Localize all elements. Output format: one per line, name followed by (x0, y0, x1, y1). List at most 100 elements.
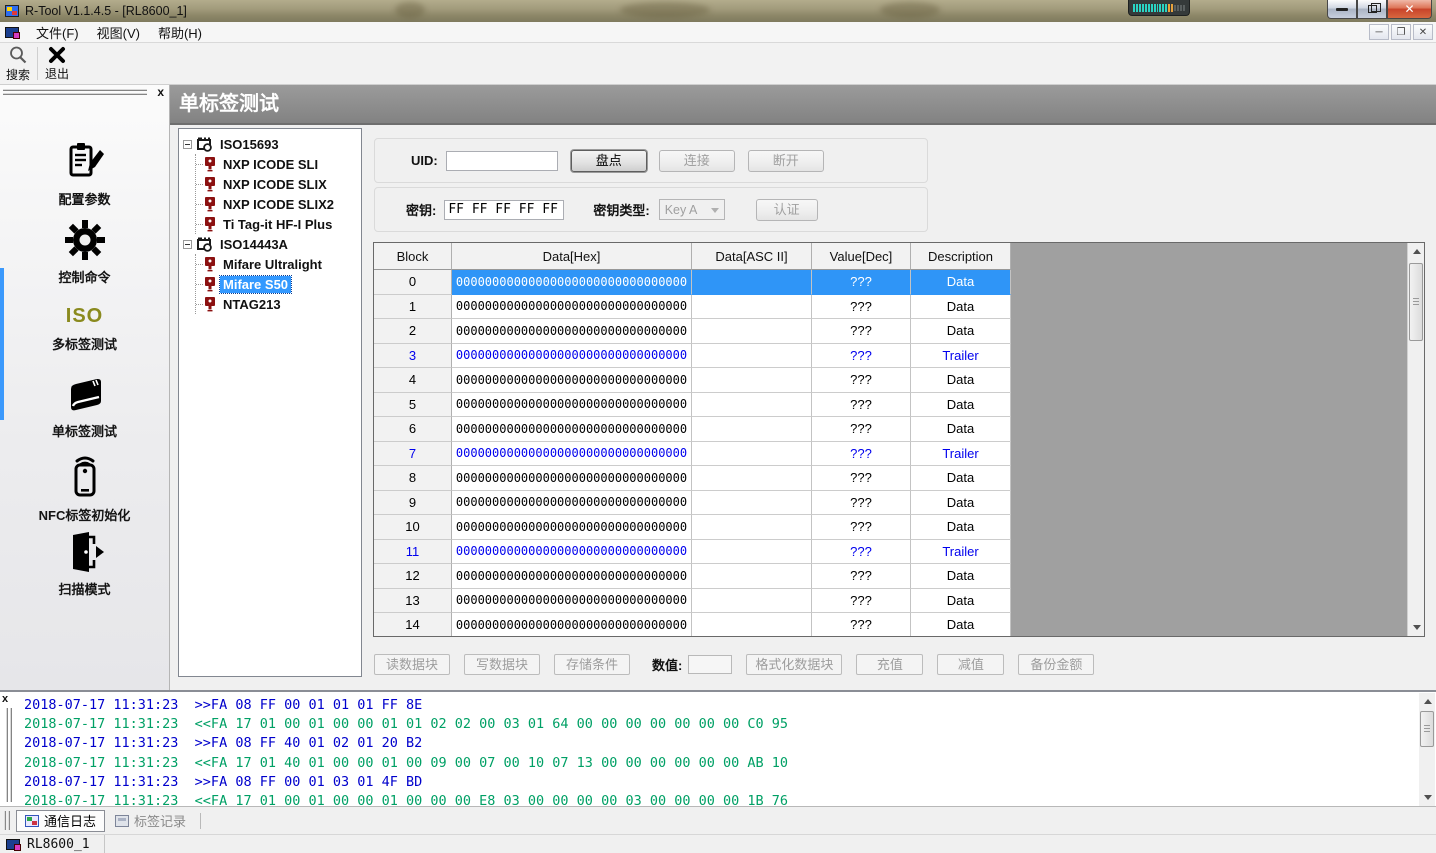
value-input[interactable] (688, 654, 733, 674)
table-row[interactable]: 14 00000000000000000000000000000000??? Dat… (374, 613, 1408, 636)
tree-expander-icon[interactable] (183, 139, 192, 149)
table-row[interactable]: 3 00000000000000000000000000000000??? Trai… (374, 343, 1408, 368)
column-header-Value[Dec][interactable]: Value[Dec] (812, 243, 911, 270)
tree-item-NXP-ICODE-SLIX[interactable]: NXP ICODE SLIX (196, 174, 359, 194)
mdi-close-button[interactable]: ✕ (1413, 24, 1433, 40)
sidebar-item-1[interactable]: 配置参数 (0, 135, 169, 213)
sidebar-grip[interactable] (3, 89, 147, 95)
column-header-Data[Hex][interactable]: Data[Hex] (452, 243, 692, 270)
close-button[interactable]: ✕ (1387, 0, 1432, 19)
table-row[interactable]: 12 00000000000000000000000000000000??? Dat… (374, 564, 1408, 589)
table-row[interactable]: 10 00000000000000000000000000000000??? Dat… (374, 515, 1408, 540)
menu-item-2[interactable]: 帮助(H) (149, 21, 211, 44)
table-row[interactable]: 9 00000000000000000000000000000000??? Data (374, 490, 1408, 515)
exit-button-label: 退出 (44, 66, 69, 81)
read-block-button[interactable]: 读数据块 (374, 653, 450, 675)
sidebar-selection-indicator (0, 268, 4, 420)
mdi-restore-button[interactable]: ❐ (1391, 24, 1411, 40)
tree-item-NXP-ICODE-SLIX2[interactable]: NXP ICODE SLIX2 (196, 194, 359, 214)
tree-group-ISO14443A[interactable]: ISO14443A (181, 234, 359, 254)
cell-valcell: ??? (812, 343, 911, 368)
sidebar-close-icon[interactable]: x (157, 85, 164, 99)
tree-item-NXP-ICODE-SLI[interactable]: NXP ICODE SLI (196, 154, 359, 174)
tab-tag-record[interactable]: 标签记录 (107, 810, 194, 832)
restore-button[interactable] (1357, 0, 1387, 19)
audio-meter-widget (1128, 0, 1190, 16)
sidebar-item-3[interactable]: ISO 多标签测试 (0, 291, 169, 369)
sidebar-item-6[interactable]: 扫描模式 (0, 525, 169, 603)
scroll-up-icon[interactable] (1408, 243, 1424, 260)
tree-children-ISO14443A: Mifare Ultralight Mifare S50 NTAG213 (195, 254, 359, 314)
cell-blockcell: 11 (374, 539, 452, 564)
log-panel-grip[interactable] (6, 708, 12, 802)
cell-asccell (692, 466, 812, 491)
key-type-combo[interactable]: Key A (658, 199, 725, 220)
sidebar-item-2[interactable]: 控制命令 (0, 213, 169, 291)
table-row[interactable]: 4 00000000000000000000000000000000??? Data (374, 368, 1408, 393)
cell-asccell (692, 319, 812, 344)
tree-item-label: Ti Tag-it HF-I Plus (223, 216, 333, 232)
table-row[interactable]: 0 00000000000000000000000000000000??? Data (374, 270, 1408, 295)
app-icon (5, 5, 19, 17)
minimize-button[interactable] (1327, 0, 1357, 19)
log-scroll-down-icon[interactable] (1419, 789, 1436, 806)
recharge-button[interactable]: 充值 (856, 653, 924, 675)
table-scrollbar-thumb[interactable] (1409, 263, 1423, 341)
key-label: 密钥: (406, 203, 437, 218)
tab-communication-log[interactable]: 通信日志 (16, 809, 106, 832)
exit-button[interactable]: 退出 (39, 43, 75, 84)
table-row[interactable]: 13 00000000000000000000000000000000??? Dat… (374, 588, 1408, 613)
search-button[interactable]: 搜索 (0, 43, 36, 84)
table-body: 0 00000000000000000000000000000000??? Data… (374, 270, 1408, 636)
cell-blockcell: 0 (374, 270, 452, 295)
deduct-button[interactable]: 减值 (937, 653, 1005, 675)
backup-amount-button[interactable]: 备份金额 (1018, 653, 1095, 675)
sidebar-item-4[interactable]: 单标签测试 (0, 369, 169, 447)
disconnect-button[interactable]: 断开 (747, 149, 824, 172)
table-row[interactable]: 7 00000000000000000000000000000000??? Trai… (374, 441, 1408, 466)
format-block-button[interactable]: 格式化数据块 (746, 653, 843, 675)
tree-item-Mifare-S50[interactable]: Mifare S50 (196, 274, 359, 294)
cell-asccell (692, 588, 812, 613)
tree-expander-icon[interactable] (183, 239, 192, 249)
log-scrollbar-thumb[interactable] (1420, 711, 1434, 747)
table-row[interactable]: 1 00000000000000000000000000000000??? Data (374, 294, 1408, 319)
tab-bar-grip[interactable] (4, 811, 10, 830)
table-row[interactable]: 11 00000000000000000000000000000000??? Tra… (374, 539, 1408, 564)
write-block-button[interactable]: 写数据块 (464, 653, 540, 675)
column-header-Data[ASC II][interactable]: Data[ASC II] (692, 243, 812, 270)
block-data-table: Block Data[Hex] Data[ASC II] Value[Dec] Desc… (373, 242, 1425, 637)
table-row[interactable]: 5 00000000000000000000000000000000??? Data (374, 392, 1408, 417)
inventory-button[interactable]: 盘点 (570, 149, 647, 172)
table-row[interactable]: 6 00000000000000000000000000000000??? Data (374, 417, 1408, 442)
table-row[interactable]: 8 00000000000000000000000000000000??? Data (374, 466, 1408, 491)
log-lines-container: 2018-07-17 11:31:23 >>FA 08 FF 00 01 01 … (24, 696, 1416, 809)
log-close-icon[interactable]: x (2, 693, 8, 705)
store-condition-button[interactable]: 存储条件 (554, 653, 630, 675)
log-scroll-up-icon[interactable] (1419, 693, 1436, 710)
tree-item-Mifare-Ultralight[interactable]: Mifare Ultralight (196, 254, 359, 274)
menu-item-1[interactable]: 视图(V) (88, 21, 149, 44)
column-header-Block[interactable]: Block (374, 243, 452, 270)
auth-button[interactable]: 认证 (755, 198, 818, 221)
cell-hexcell: 00000000000000000000000000000000 (452, 490, 692, 515)
sidebar-item-5[interactable]: NFC标签初始化 (0, 447, 169, 525)
cell-hexcell: 00000000000000000000000000000000 (452, 588, 692, 613)
log-vertical-scrollbar[interactable] (1419, 693, 1435, 806)
key-type-label: 密钥类型: (593, 203, 650, 218)
mdi-minimize-button[interactable]: ─ (1369, 24, 1389, 40)
column-header-Description[interactable]: Description (911, 243, 1011, 270)
scroll-down-icon[interactable] (1408, 619, 1424, 636)
tree-item-Ti-Tag-it-HF-I-Plus[interactable]: Ti Tag-it HF-I Plus (196, 214, 359, 234)
cell-hexcell: 00000000000000000000000000000000 (452, 515, 692, 540)
table-vertical-scrollbar[interactable] (1407, 243, 1424, 636)
table-row[interactable]: 2 00000000000000000000000000000000??? Data (374, 319, 1408, 344)
window-title: R-Tool V1.1.4.5 - [RL8600_1] (25, 4, 187, 18)
uid-input[interactable] (445, 150, 558, 171)
menu-item-0[interactable]: 文件(F) (27, 21, 88, 44)
tree-group-ISO15693[interactable]: ISO15693 (181, 134, 359, 154)
connect-button[interactable]: 连接 (658, 149, 735, 172)
tree-item-NTAG213[interactable]: NTAG213 (196, 294, 359, 314)
status-bar: RL8600_1 (0, 834, 1436, 853)
key-input[interactable] (444, 199, 565, 220)
